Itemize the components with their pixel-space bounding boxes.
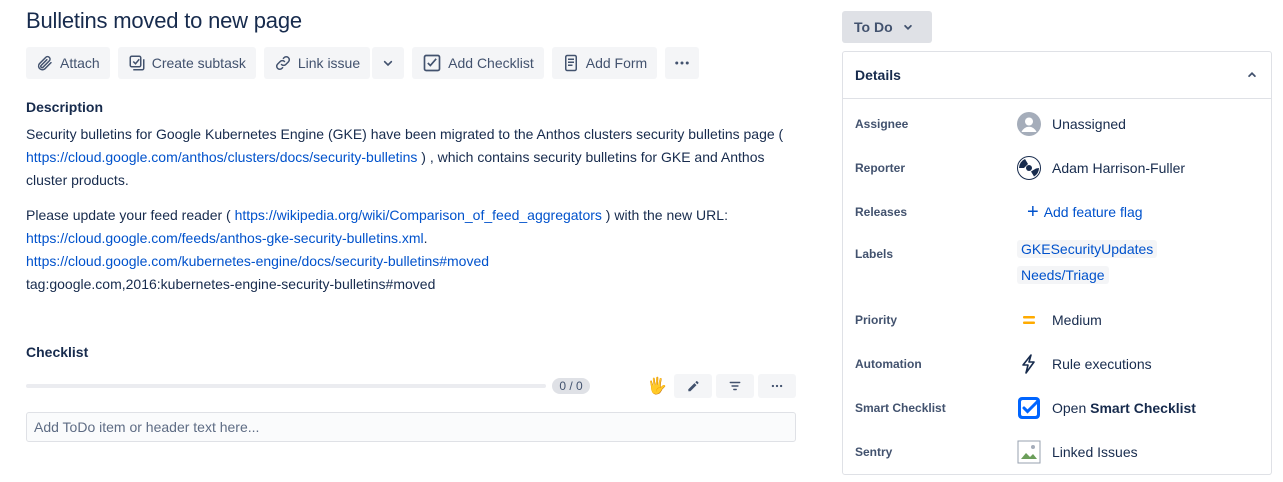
plus-icon: +: [1027, 201, 1039, 223]
avatar-placeholder-icon: [1017, 112, 1041, 136]
desc-text: .: [423, 230, 428, 246]
filter-icon: [729, 381, 741, 391]
priority-name: Medium: [1052, 312, 1102, 328]
link-issue-dropdown[interactable]: [372, 47, 405, 79]
desc-text: Please update your feed reader (: [26, 207, 235, 223]
more-actions-button[interactable]: [665, 47, 700, 79]
feed-tag-text: tag:google.com,2016:kubernetes-engine-se…: [26, 276, 436, 292]
desc-text: ) with the new URL:: [601, 207, 728, 223]
description-body[interactable]: Security bulletins for Google Kubernetes…: [26, 123, 786, 308]
automation-value[interactable]: Rule executions: [1017, 352, 1152, 376]
attach-button[interactable]: Attach: [26, 47, 110, 79]
link-issue-group: Link issue: [263, 47, 405, 79]
anthos-security-link[interactable]: https://cloud.google.com/anthos/clusters…: [26, 149, 417, 165]
filter-checklist-button[interactable]: [716, 374, 754, 398]
rule-executions-label: Rule executions: [1052, 356, 1152, 372]
form-icon: [564, 54, 577, 72]
priority-row: Priority Medium: [843, 306, 1271, 334]
create-subtask-label: Create subtask: [151, 55, 246, 71]
checklist-progress-bar: [26, 384, 546, 388]
description-paragraph-1: Security bulletins for Google Kubernetes…: [26, 123, 786, 192]
attach-label: Attach: [60, 55, 100, 71]
raise-hand-icon[interactable]: 🖐: [644, 374, 670, 398]
smart-checklist-prefix: Open: [1052, 400, 1091, 416]
add-form-button[interactable]: Add Form: [551, 47, 658, 79]
checklist-tools: 🖐: [644, 374, 796, 398]
smart-checklist-row: Smart Checklist Open Smart Checklist: [843, 394, 1271, 422]
assignee-value[interactable]: Unassigned: [1017, 112, 1126, 136]
details-header[interactable]: Details: [843, 52, 1271, 99]
reporter-value[interactable]: Adam Harrison-Fuller: [1017, 156, 1185, 180]
description-paragraph-2: Please update your feed reader ( https:/…: [26, 204, 786, 296]
priority-value[interactable]: Medium: [1017, 308, 1102, 332]
releases-row: Releases + Add feature flag: [843, 198, 1271, 226]
broken-image-icon: [1017, 440, 1041, 464]
priority-label: Priority: [855, 313, 898, 327]
feed-aggregators-link[interactable]: https://wikipedia.org/wiki/Comparison_of…: [235, 207, 602, 223]
open-smart-checklist-button[interactable]: Open Smart Checklist: [1017, 396, 1196, 420]
details-panel: Details Assignee Unassigned Reporter Ada…: [842, 51, 1272, 475]
status-label: To Do: [854, 19, 893, 35]
sentry-row: Sentry Linked Issues: [843, 438, 1271, 466]
add-feature-flag-label: Add feature flag: [1043, 204, 1143, 220]
more-icon: [675, 61, 689, 65]
labels-row: Labels GKESecurityUpdates Needs/Triage: [843, 238, 1271, 294]
label-tag[interactable]: GKESecurityUpdates: [1017, 240, 1158, 258]
smart-checklist-icon: [1017, 396, 1041, 420]
releases-label: Releases: [855, 205, 908, 219]
automation-row: Automation Rule executions: [843, 350, 1271, 378]
checklist-more-button[interactable]: [758, 374, 796, 398]
subtask-icon: [129, 55, 145, 71]
smart-checklist-name: Smart Checklist: [1090, 400, 1196, 416]
add-feature-flag-button[interactable]: + Add feature flag: [1027, 202, 1143, 222]
labels-value: GKESecurityUpdates Needs/Triage: [1017, 240, 1158, 284]
checklist-add-item-input[interactable]: Add ToDo item or header text here...: [26, 412, 796, 442]
automation-label: Automation: [855, 357, 922, 371]
sentry-value[interactable]: Linked Issues: [1017, 440, 1138, 464]
reporter-name: Adam Harrison-Fuller: [1052, 160, 1186, 176]
reporter-label: Reporter: [855, 161, 906, 175]
add-checklist-label: Add Checklist: [448, 55, 534, 71]
checklist-icon: [423, 54, 441, 72]
moved-bulletins-link[interactable]: https://cloud.google.com/kubernetes-engi…: [26, 253, 489, 269]
pencil-icon: [688, 381, 699, 392]
reporter-row: Reporter Adam Harrison-Fuller: [843, 154, 1271, 182]
avatar: [1017, 156, 1041, 180]
create-subtask-button[interactable]: Create subtask: [117, 47, 256, 79]
assignee-name: Unassigned: [1052, 116, 1126, 132]
status-dropdown[interactable]: To Do: [842, 11, 932, 43]
link-icon: [275, 55, 290, 71]
checklist-progress-count: 0 / 0: [552, 378, 590, 394]
link-issue-label: Link issue: [297, 55, 361, 71]
add-checklist-button[interactable]: Add Checklist: [412, 47, 544, 79]
more-icon: [771, 384, 783, 388]
issue-title[interactable]: Bulletins moved to new page: [26, 8, 302, 34]
edit-checklist-button[interactable]: [674, 374, 712, 398]
details-heading: Details: [855, 67, 901, 83]
linked-issues-label: Linked Issues: [1052, 444, 1138, 460]
priority-medium-icon: [1017, 308, 1041, 332]
checklist-heading: Checklist: [26, 344, 89, 360]
sentry-label: Sentry: [855, 445, 893, 459]
issue-toolbar: Attach Create subtask Link issue Add Che…: [26, 47, 700, 79]
chevron-down-icon: [903, 24, 912, 30]
labels-label: Labels: [855, 247, 894, 261]
assignee-row: Assignee Unassigned: [843, 110, 1271, 138]
add-form-label: Add Form: [585, 55, 648, 71]
chevron-down-icon: [383, 60, 393, 67]
paperclip-icon: [37, 55, 52, 71]
desc-text: Security bulletins for Google Kubernetes…: [26, 126, 784, 142]
assignee-label: Assignee: [855, 117, 909, 131]
smart-checklist-label: Smart Checklist: [855, 401, 946, 415]
hand-emoji: 🖐: [647, 378, 667, 395]
link-issue-button[interactable]: Link issue: [263, 47, 371, 79]
lightning-icon: [1017, 352, 1041, 376]
feed-url-link[interactable]: https://cloud.google.com/feeds/anthos-gk…: [26, 230, 424, 246]
description-heading: Description: [26, 99, 104, 115]
chevron-up-icon[interactable]: [1245, 68, 1259, 82]
label-tag[interactable]: Needs/Triage: [1017, 266, 1109, 284]
